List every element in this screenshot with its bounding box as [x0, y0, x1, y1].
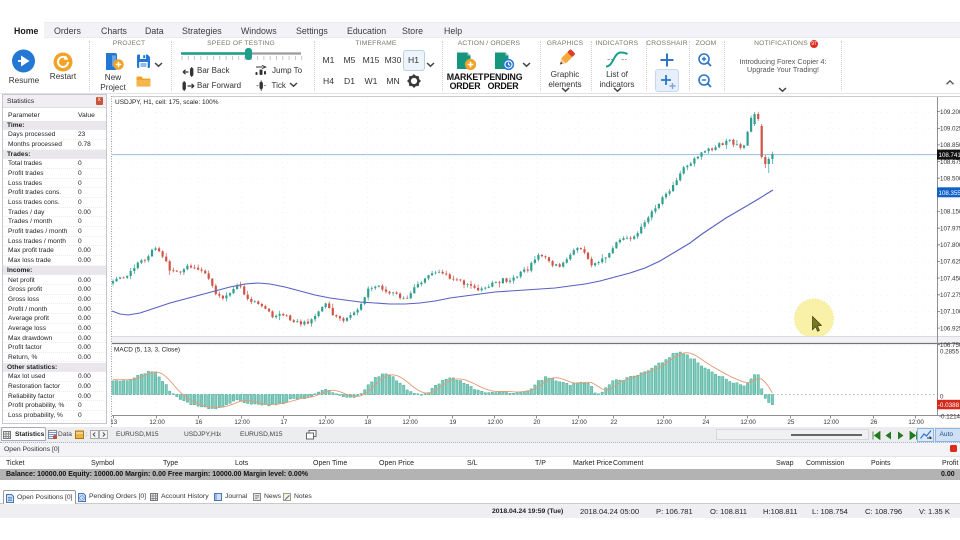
svg-text:MACD (5, 13, 3, Close): MACD (5, 13, 3, Close) [114, 347, 180, 354]
svg-text:107.975: 107.975 [940, 225, 960, 232]
svg-text:18: 18 [364, 419, 371, 426]
svg-text:12:00: 12:00 [487, 419, 503, 426]
svg-text:-0.0388: -0.0388 [938, 402, 960, 409]
svg-text:109.025: 109.025 [940, 126, 960, 133]
svg-text:0.2855: 0.2855 [940, 348, 959, 355]
svg-text:108.500: 108.500 [940, 175, 960, 182]
svg-text:12:00: 12:00 [740, 419, 756, 426]
svg-text:108.741: 108.741 [939, 152, 960, 159]
svg-text:12:00: 12:00 [656, 419, 672, 426]
svg-text:26: 26 [870, 419, 877, 426]
svg-text:25: 25 [787, 419, 794, 426]
svg-text:107.275: 107.275 [940, 292, 960, 299]
svg-text:108.355: 108.355 [939, 190, 960, 197]
svg-text:13: 13 [110, 419, 117, 426]
svg-text:24: 24 [702, 419, 709, 426]
svg-text:108.850: 108.850 [940, 142, 960, 149]
svg-text:107.800: 107.800 [940, 242, 960, 249]
svg-text:109.200: 109.200 [940, 109, 960, 116]
svg-text:12:00: 12:00 [823, 419, 839, 426]
svg-text:108.675: 108.675 [940, 159, 960, 166]
svg-text:12:00: 12:00 [402, 419, 418, 426]
svg-text:107.625: 107.625 [940, 259, 960, 266]
svg-text:20: 20 [533, 419, 540, 426]
svg-text:USDJPY, H1, cell: 175, scale:: USDJPY, H1, cell: 175, scale: 100% [115, 99, 219, 106]
svg-text:19: 19 [449, 419, 456, 426]
svg-text:12:00: 12:00 [318, 419, 334, 426]
svg-text:106.925: 106.925 [940, 325, 960, 332]
svg-text:22: 22 [610, 419, 617, 426]
svg-text:17: 17 [280, 419, 287, 426]
svg-text:12:00: 12:00 [908, 419, 924, 426]
svg-text:16: 16 [195, 419, 202, 426]
svg-text:0: 0 [940, 394, 944, 401]
svg-text:12:00: 12:00 [571, 419, 587, 426]
svg-text:107.100: 107.100 [940, 309, 960, 316]
svg-text:-0.1214: -0.1214 [939, 414, 960, 421]
svg-text:12:00: 12:00 [149, 419, 165, 426]
svg-text:108.150: 108.150 [940, 209, 960, 216]
svg-text:12:00: 12:00 [234, 419, 250, 426]
svg-text:107.450: 107.450 [940, 275, 960, 282]
